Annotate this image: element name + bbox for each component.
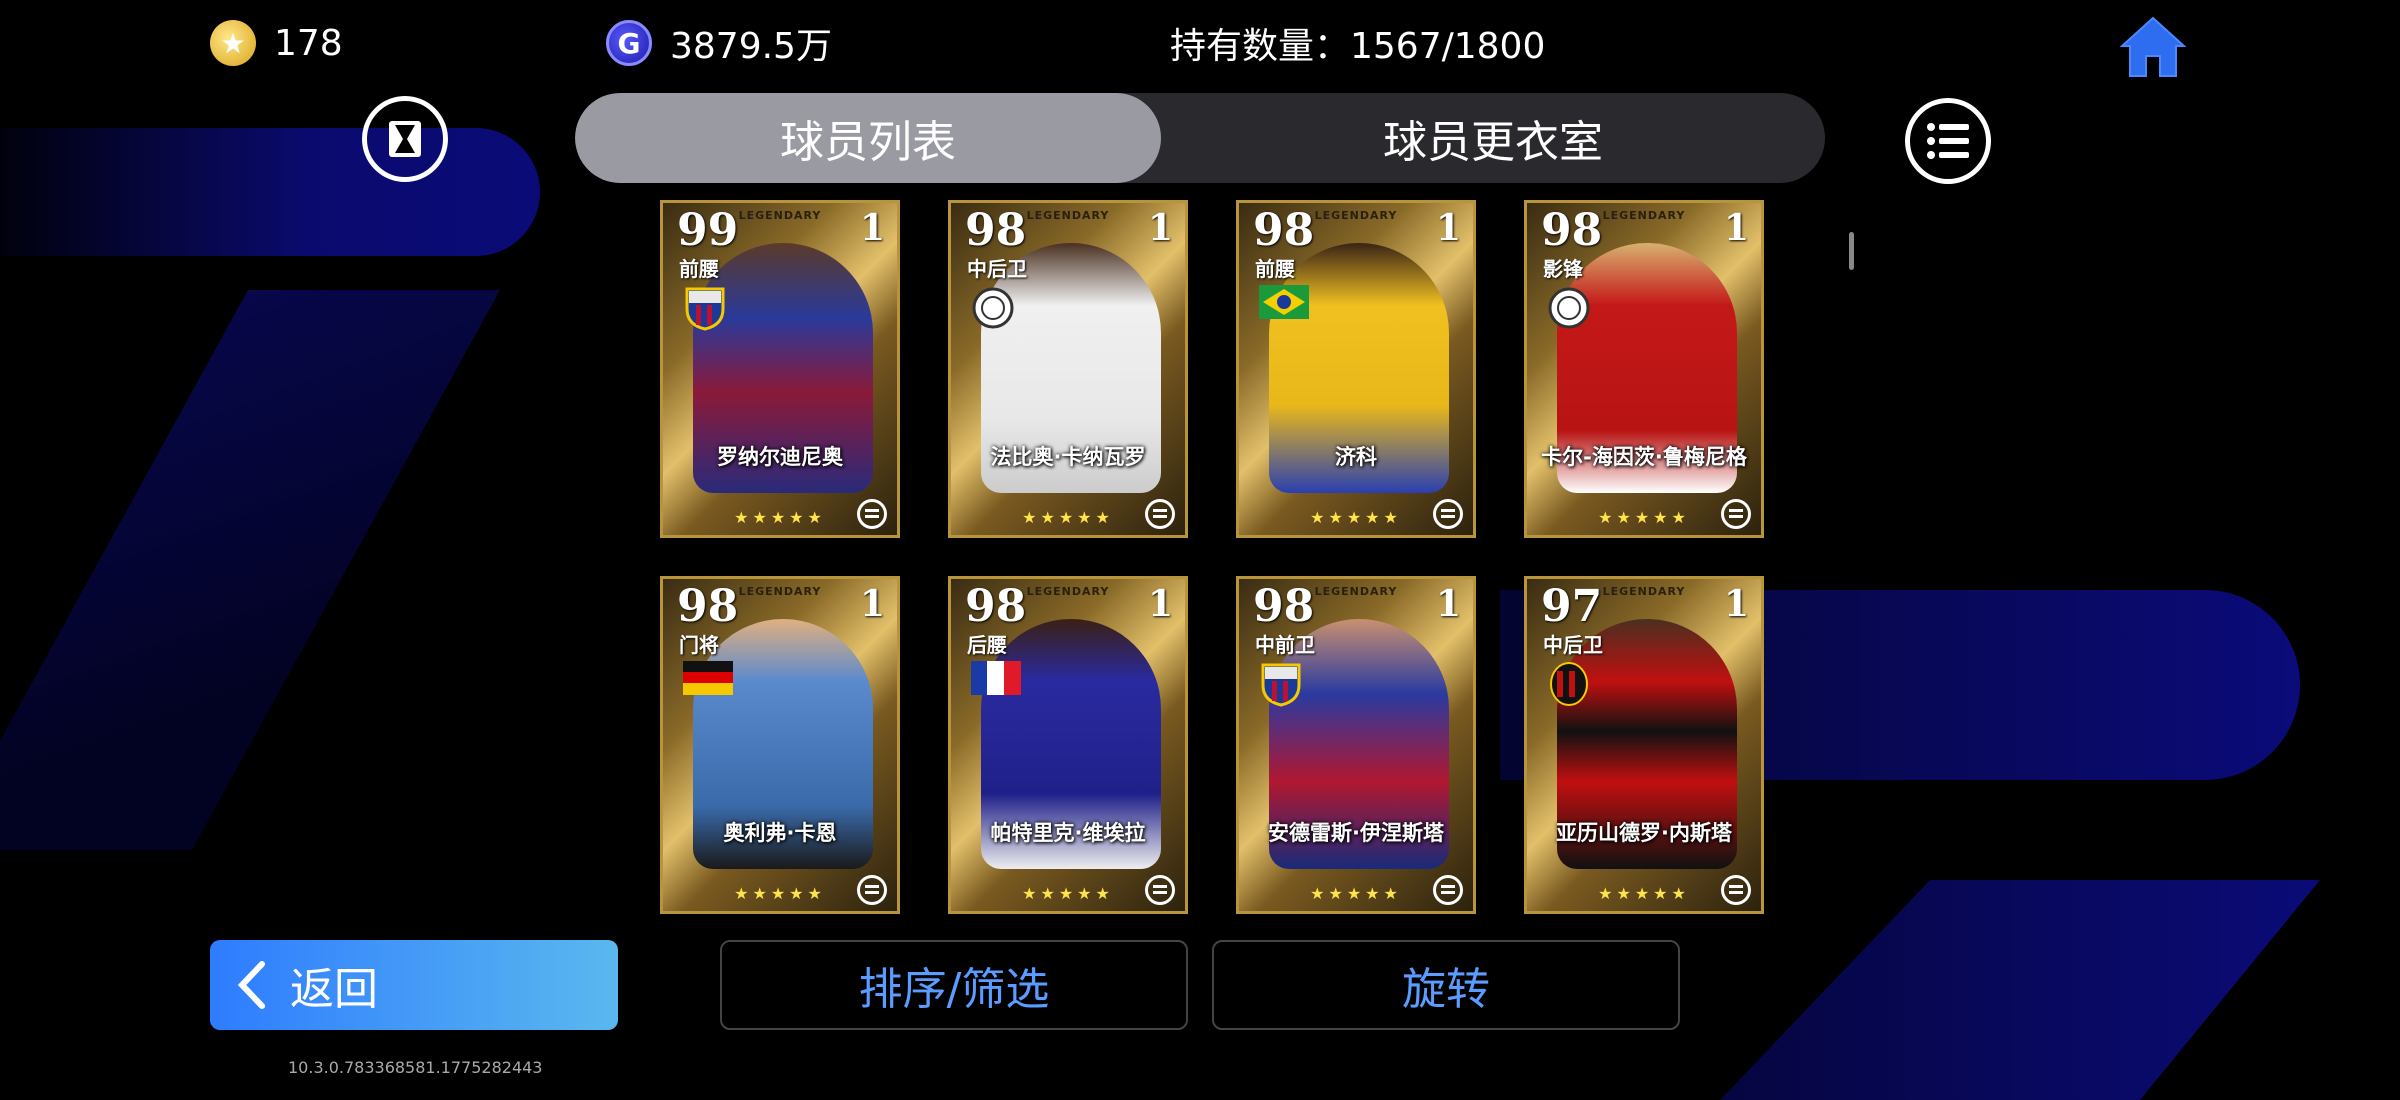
card-level: 1 xyxy=(1435,583,1461,625)
brazil-flag-icon xyxy=(1259,285,1309,329)
card-player-name: 济科 xyxy=(1335,445,1377,469)
card-level: 1 xyxy=(1435,207,1461,249)
card-level: 1 xyxy=(859,207,885,249)
efootball-logo-icon xyxy=(857,875,887,905)
card-level: 1 xyxy=(1723,207,1749,249)
barcelona-crest-icon xyxy=(683,285,727,331)
player-card[interactable]: LEGENDARY 98 1 影锋 卡尔-海因茨·鲁梅尼格 ★★★★★ xyxy=(1524,200,1764,538)
back-button[interactable]: 返回 xyxy=(210,940,618,1030)
tab-bar: 球员列表 球员更衣室 xyxy=(575,93,1825,183)
back-label: 返回 xyxy=(290,964,378,1015)
home-icon[interactable] xyxy=(2120,16,2186,78)
barcelona-crest-icon xyxy=(1259,661,1303,707)
player-card[interactable]: LEGENDARY 98 1 中后卫 法比奥·卡纳瓦罗 ★★★★★ xyxy=(948,200,1188,538)
hourglass-icon xyxy=(389,121,421,157)
background-stripe xyxy=(0,290,500,850)
card-rating: 98 xyxy=(1253,581,1315,632)
card-rating: 98 xyxy=(965,581,1027,632)
gp-icon: G xyxy=(606,20,652,66)
card-player-name: 安德雷斯·伊涅斯塔 xyxy=(1268,821,1444,845)
coin-count: 178 xyxy=(274,22,343,64)
card-level: 1 xyxy=(1147,207,1173,249)
germany-flag-icon xyxy=(683,661,733,705)
france-flag-icon xyxy=(971,661,1021,705)
menu-button[interactable] xyxy=(1905,98,1991,184)
background-stripe xyxy=(1720,880,2320,1100)
tab-player-list[interactable]: 球员列表 xyxy=(575,93,1161,183)
card-position: 门将 xyxy=(679,633,719,657)
efootball-logo-icon xyxy=(1433,499,1463,529)
card-rating: 99 xyxy=(677,205,739,256)
club-crest-icon xyxy=(1547,285,1591,329)
player-card[interactable]: LEGENDARY 98 1 后腰 帕特里克·维埃拉 ★★★★★ xyxy=(948,576,1188,914)
card-player-name: 奥利弗·卡恩 xyxy=(723,821,837,845)
efootball-logo-icon xyxy=(1721,499,1751,529)
holdings-count: 持有数量：1567/1800 xyxy=(1170,18,1545,68)
card-position: 影锋 xyxy=(1543,257,1583,281)
gp-count: 3879.5万 xyxy=(670,26,832,67)
scrollbar[interactable] xyxy=(1849,232,1854,270)
player-card[interactable]: LEGENDARY 99 1 前腰 罗纳尔迪尼奥 ★★★★★ xyxy=(660,200,900,538)
efootball-logo-icon xyxy=(1433,875,1463,905)
coin-icon: ★ xyxy=(210,20,256,66)
card-rating: 98 xyxy=(965,205,1027,256)
milan-crest-icon xyxy=(1547,661,1591,706)
efootball-logo-icon xyxy=(1145,875,1175,905)
tab-locker-room[interactable]: 球员更衣室 xyxy=(1161,93,1825,183)
card-player-name: 卡尔-海因茨·鲁梅尼格 xyxy=(1541,445,1747,469)
chevron-left-icon xyxy=(237,961,265,1009)
card-position: 前腰 xyxy=(679,257,719,281)
player-card[interactable]: LEGENDARY 97 1 中后卫 亚历山德罗·内斯塔 ★★★★★ xyxy=(1524,576,1764,914)
card-player-name: 亚历山德罗·内斯塔 xyxy=(1556,821,1732,845)
player-card[interactable]: LEGENDARY 98 1 门将 奥利弗·卡恩 ★★★★★ xyxy=(660,576,900,914)
rotate-button[interactable]: 旋转 xyxy=(1212,940,1680,1030)
version-text: 10.3.0.783368581.1775282443 xyxy=(288,1058,543,1077)
card-level: 1 xyxy=(1723,583,1749,625)
card-rating: 98 xyxy=(1253,205,1315,256)
sort-filter-button[interactable]: 排序/筛选 xyxy=(720,940,1188,1030)
card-rating: 98 xyxy=(1541,205,1603,256)
list-icon xyxy=(1927,123,1969,159)
timer-button[interactable] xyxy=(362,96,448,182)
gp-balance: G 3879.5万 xyxy=(606,18,832,68)
holdings-text: 持有数量：1567/1800 xyxy=(1170,26,1546,67)
card-player-name: 罗纳尔迪尼奥 xyxy=(717,445,843,469)
card-player-name: 法比奥·卡纳瓦罗 xyxy=(990,445,1146,469)
club-crest-icon xyxy=(971,285,1015,329)
card-position: 后腰 xyxy=(967,633,1007,657)
background-stripe xyxy=(0,128,540,256)
card-level: 1 xyxy=(1147,583,1173,625)
efootball-logo-icon xyxy=(1145,499,1175,529)
efootball-logo-icon xyxy=(1721,875,1751,905)
card-position: 中后卫 xyxy=(967,257,1027,281)
card-position: 前腰 xyxy=(1255,257,1295,281)
card-position: 中前卫 xyxy=(1255,633,1315,657)
player-card[interactable]: LEGENDARY 98 1 中前卫 安德雷斯·伊涅斯塔 ★★★★★ xyxy=(1236,576,1476,914)
card-rating: 98 xyxy=(677,581,739,632)
card-player-name: 帕特里克·维埃拉 xyxy=(990,821,1146,845)
efootball-logo-icon xyxy=(857,499,887,529)
coin-balance: ★ 178 xyxy=(210,18,343,68)
card-rating: 97 xyxy=(1541,581,1603,632)
player-card[interactable]: LEGENDARY 98 1 前腰 济科 ★★★★★ xyxy=(1236,200,1476,538)
card-level: 1 xyxy=(859,583,885,625)
card-position: 中后卫 xyxy=(1543,633,1603,657)
